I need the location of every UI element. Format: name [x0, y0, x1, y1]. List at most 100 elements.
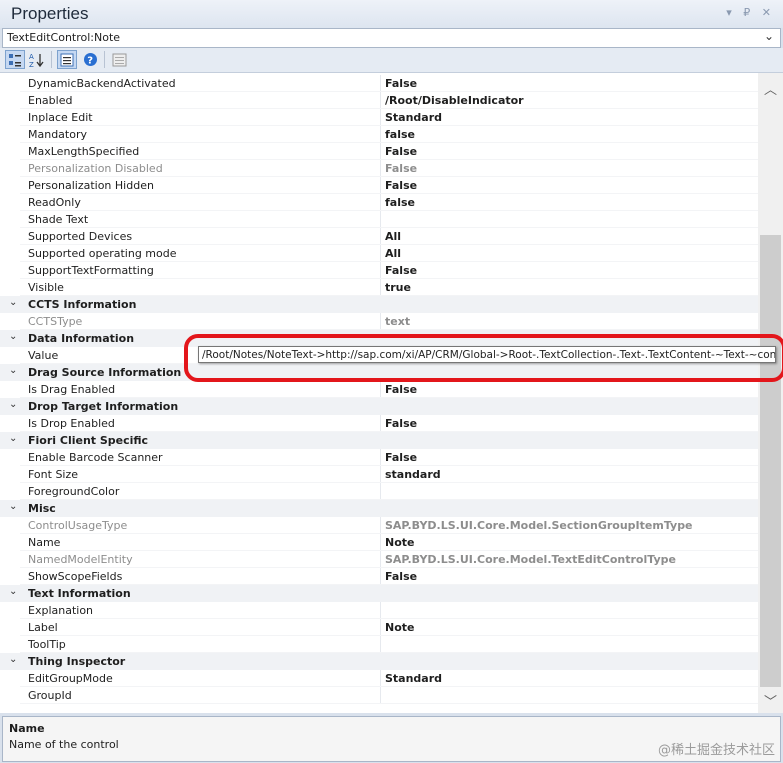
- property-value-cell[interactable]: False: [380, 449, 758, 466]
- property-row[interactable]: Visible true: [0, 279, 758, 296]
- property-row[interactable]: ForegroundColor: [0, 483, 758, 500]
- property-value-cell[interactable]: False: [380, 381, 758, 398]
- property-value-cell[interactable]: Standard: [380, 670, 758, 687]
- chevron-down-icon[interactable]: ⌄: [9, 433, 17, 444]
- property-row[interactable]: ReadOnly false: [0, 194, 758, 211]
- value-tooltip: /Root/Notes/NoteText->http://sap.com/xi/…: [198, 346, 776, 363]
- property-row[interactable]: Is Drag Enabled False: [0, 381, 758, 398]
- property-value: False: [385, 77, 418, 90]
- row-gutter: [0, 75, 20, 92]
- tooltip-text: /Root/Notes/NoteText->http://sap.com/xi/…: [202, 349, 776, 361]
- property-row[interactable]: DynamicBackendActivated False: [0, 75, 758, 92]
- category-row[interactable]: ⌄ Data Information: [0, 330, 758, 347]
- object-selector[interactable]: TextEditControl:Note ⌄: [2, 28, 781, 48]
- property-value-cell[interactable]: Standard: [380, 109, 758, 126]
- category-row[interactable]: ⌄ Text Information: [0, 585, 758, 602]
- property-row[interactable]: Font Size standard: [0, 466, 758, 483]
- property-name: NamedModelEntity: [28, 553, 133, 566]
- scrollbar-thumb[interactable]: [760, 235, 781, 687]
- property-row[interactable]: MaxLengthSpecified False: [0, 143, 758, 160]
- category-row[interactable]: ⌄ Drop Target Information: [0, 398, 758, 415]
- property-value-cell[interactable]: False: [380, 177, 758, 194]
- chevron-down-icon[interactable]: ⌄: [764, 29, 774, 43]
- property-value-cell[interactable]: true: [380, 279, 758, 296]
- alphabetical-icon[interactable]: AZ: [27, 50, 47, 69]
- property-name: CCTSType: [28, 315, 83, 328]
- property-value-cell[interactable]: All: [380, 245, 758, 262]
- property-value-cell[interactable]: Note: [380, 534, 758, 551]
- property-row[interactable]: NamedModelEntity SAP.BYD.LS.UI.Core.Model…: [0, 551, 758, 568]
- chevron-down-icon[interactable]: ⌄: [9, 586, 17, 597]
- chevron-down-icon[interactable]: ⌄: [9, 365, 17, 376]
- property-row[interactable]: Label Note: [0, 619, 758, 636]
- property-value: false: [385, 128, 415, 141]
- property-row[interactable]: Supported operating mode All: [0, 245, 758, 262]
- property-value-cell[interactable]: False: [380, 75, 758, 92]
- chevron-down-icon[interactable]: ⌄: [9, 331, 17, 342]
- property-row[interactable]: Is Drop Enabled False: [0, 415, 758, 432]
- property-row[interactable]: Inplace Edit Standard: [0, 109, 758, 126]
- property-value-cell[interactable]: false: [380, 194, 758, 211]
- category-row[interactable]: ⌄ Misc: [0, 500, 758, 517]
- property-row[interactable]: Name Note: [0, 534, 758, 551]
- property-row[interactable]: CCTSType text: [0, 313, 758, 330]
- chevron-down-icon[interactable]: ﹀: [758, 687, 783, 713]
- property-row[interactable]: EditGroupMode Standard: [0, 670, 758, 687]
- property-value-cell[interactable]: [380, 211, 758, 228]
- property-value-cell[interactable]: /Root/DisableIndicator: [380, 92, 758, 109]
- property-value-cell[interactable]: SAP.BYD.LS.UI.Core.Model.SectionGroupIte…: [380, 517, 758, 534]
- categorized-icon[interactable]: [5, 50, 25, 69]
- property-value-cell[interactable]: False: [380, 143, 758, 160]
- property-value-cell[interactable]: All: [380, 228, 758, 245]
- property-value-cell[interactable]: [380, 483, 758, 500]
- chevron-down-icon[interactable]: ⌄: [9, 297, 17, 308]
- property-name: Inplace Edit: [28, 111, 93, 124]
- properties-icon[interactable]: [57, 50, 77, 69]
- property-name: GroupId: [28, 689, 72, 702]
- property-value: False: [385, 179, 418, 192]
- property-name: ReadOnly: [28, 196, 81, 209]
- property-row[interactable]: Supported Devices All: [0, 228, 758, 245]
- chevron-down-icon[interactable]: ⌄: [9, 399, 17, 410]
- chevron-down-icon[interactable]: ⌄: [9, 654, 17, 665]
- row-gutter: [0, 347, 20, 364]
- category-row[interactable]: ⌄ CCTS Information: [0, 296, 758, 313]
- row-gutter: [0, 143, 20, 160]
- property-value-cell[interactable]: standard: [380, 466, 758, 483]
- property-row[interactable]: ToolTip: [0, 636, 758, 653]
- help-icon[interactable]: ?: [80, 50, 100, 69]
- property-value-cell[interactable]: false: [380, 126, 758, 143]
- property-value: All: [385, 230, 402, 243]
- property-value-cell[interactable]: False: [380, 415, 758, 432]
- category-row[interactable]: ⌄ Thing Inspector: [0, 653, 758, 670]
- property-row[interactable]: GroupId: [0, 687, 758, 704]
- property-row[interactable]: Explanation: [0, 602, 758, 619]
- property-value-cell[interactable]: SAP.BYD.LS.UI.Core.Model.TextEditControl…: [380, 551, 758, 568]
- chevron-down-icon[interactable]: ⌄: [9, 501, 17, 512]
- property-value-cell[interactable]: [380, 636, 758, 653]
- property-row[interactable]: Enable Barcode Scanner False: [0, 449, 758, 466]
- category-row[interactable]: ⌄ Drag Source Information: [0, 364, 758, 381]
- property-value-cell[interactable]: False: [380, 262, 758, 279]
- property-row[interactable]: Mandatory false: [0, 126, 758, 143]
- property-row[interactable]: Personalization Hidden False: [0, 177, 758, 194]
- property-pages-icon[interactable]: [109, 50, 129, 69]
- row-gutter: [0, 687, 20, 704]
- property-row[interactable]: SupportTextFormatting False: [0, 262, 758, 279]
- property-value-cell[interactable]: text: [380, 313, 758, 330]
- property-row[interactable]: ControlUsageType SAP.BYD.LS.UI.Core.Model…: [0, 517, 758, 534]
- window-controls[interactable]: ▾ ₽ ✕: [726, 6, 775, 19]
- row-gutter: [0, 245, 20, 262]
- property-row[interactable]: Shade Text: [0, 211, 758, 228]
- property-value-cell[interactable]: [380, 602, 758, 619]
- property-value-cell[interactable]: Note: [380, 619, 758, 636]
- vertical-scrollbar[interactable]: ︿ ﹀: [758, 73, 783, 713]
- property-row[interactable]: Enabled/Root/DisableIndicator: [0, 92, 758, 109]
- property-value-cell[interactable]: [380, 687, 758, 704]
- property-row[interactable]: ShowScopeFields False: [0, 568, 758, 585]
- property-row[interactable]: Personalization Disabled False: [0, 160, 758, 177]
- property-value-cell[interactable]: False: [380, 160, 758, 177]
- chevron-up-icon[interactable]: ︿: [758, 75, 783, 101]
- category-row[interactable]: ⌄ Fiori Client Specific: [0, 432, 758, 449]
- property-value-cell[interactable]: False: [380, 568, 758, 585]
